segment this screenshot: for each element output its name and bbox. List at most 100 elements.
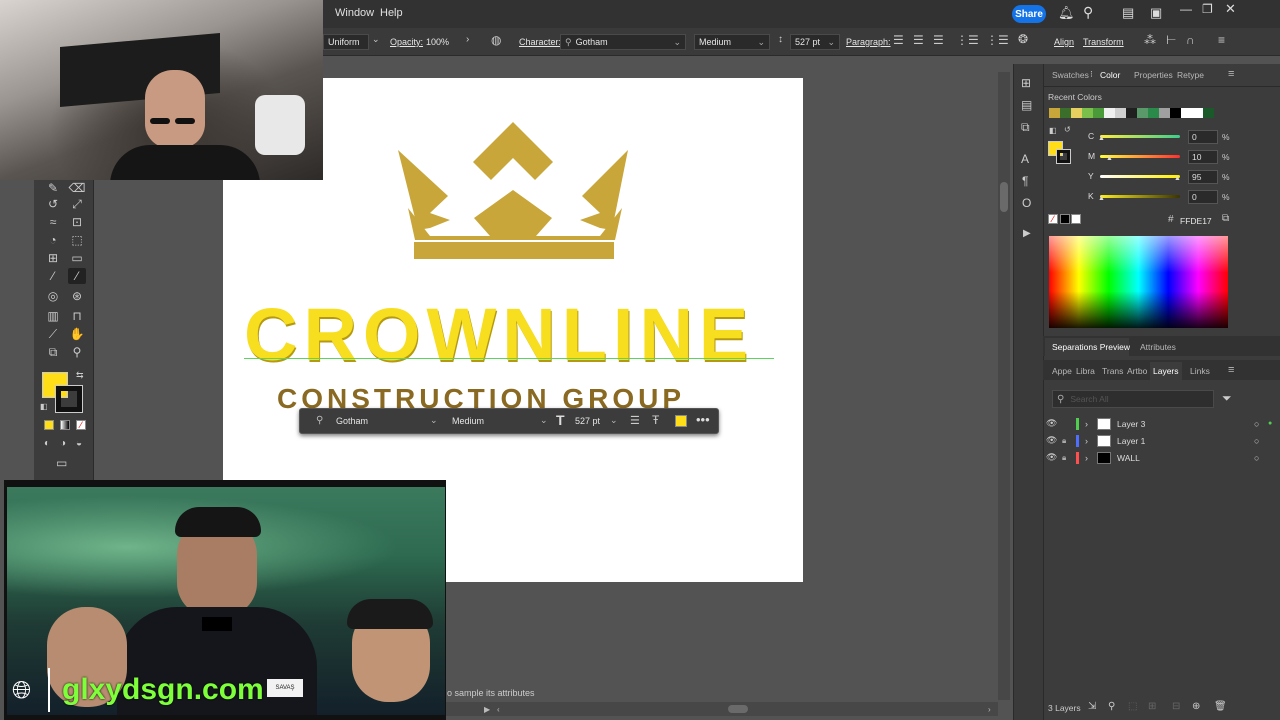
tab-retype[interactable]: Retype <box>1177 70 1204 80</box>
transform-link[interactable]: Transform <box>1083 37 1124 47</box>
channel-y-input[interactable]: 95 <box>1188 170 1218 184</box>
menu-help[interactable]: Help <box>380 7 403 19</box>
color-stroke-swatch[interactable] <box>1056 149 1071 164</box>
paragraph-panel-icon[interactable]: ¶ <box>1022 174 1028 188</box>
shape-builder-tool-icon[interactable]: ◔ <box>44 232 62 248</box>
tab-color[interactable]: Color <box>1100 70 1120 80</box>
chevron-left-icon[interactable]: ‹ <box>497 705 500 714</box>
artboards-panel-icon[interactable]: ⊞ <box>1021 76 1031 90</box>
artboard-tool-icon[interactable]: ⊓ <box>68 308 86 324</box>
panel-menu-icon[interactable]: ≡ <box>1218 33 1225 47</box>
more-options-icon[interactable]: ••• <box>696 412 710 427</box>
vertical-scrollbar[interactable] <box>998 72 1010 700</box>
new-sublayer-icon[interactable]: ⊞ <box>1148 701 1156 712</box>
target-circle-icon[interactable]: ○ <box>1254 419 1268 429</box>
slider-thumb-icon[interactable]: ▲ <box>1174 175 1181 182</box>
chevron-right-icon[interactable]: › <box>466 34 469 45</box>
share-button[interactable]: Share <box>1012 5 1046 23</box>
slider-thumb-icon[interactable]: ▲ <box>1098 135 1105 142</box>
copy-hex-icon[interactable]: ⧉ <box>1222 213 1229 224</box>
recent-color-swatch[interactable] <box>1159 108 1170 118</box>
align-center-icon[interactable]: ☰ <box>913 33 924 47</box>
none-mode-icon[interactable]: ⁄ <box>76 420 86 430</box>
layers-search-input[interactable]: ⚲ Search All <box>1052 390 1214 408</box>
menu-window[interactable]: Window <box>335 7 374 19</box>
layer-row[interactable]: 👁︎ 🔒︎ › WALL ○ <box>1046 449 1276 466</box>
add-layer-icon[interactable]: ⊕ <box>1192 701 1200 712</box>
chevron-right-icon[interactable]: › <box>1085 436 1097 446</box>
graph-tool-icon[interactable]: ▥ <box>44 308 62 324</box>
search-icon[interactable]: ⚲ <box>1083 4 1093 21</box>
recent-color-swatch[interactable] <box>1115 108 1126 118</box>
align-left-icon[interactable]: ☰ <box>893 33 904 47</box>
grid-icon[interactable]: ⁂ <box>1144 33 1156 47</box>
target-circle-icon[interactable]: ○ <box>1254 453 1268 463</box>
gradient-tool-icon[interactable]: ▭ <box>68 250 86 266</box>
lock-icon[interactable]: 🔒︎ <box>1062 453 1076 463</box>
warp-tool-icon[interactable]: ≈ <box>44 214 62 230</box>
tab-libraries[interactable]: Libra <box>1076 366 1095 376</box>
visibility-eye-icon[interactable]: 👁︎ <box>1046 452 1062 463</box>
play-icon[interactable]: ▶ <box>484 705 490 714</box>
opentype-panel-icon[interactable]: O <box>1022 196 1031 210</box>
vertical-scroll-thumb[interactable] <box>1000 182 1008 212</box>
chevron-down-icon[interactable]: ⌄ <box>430 415 438 426</box>
draw-behind-icon[interactable]: ◑ <box>60 438 66 449</box>
scale-tool-icon[interactable]: ⤢ <box>68 196 86 212</box>
rotate-tool-icon[interactable]: ↺ <box>44 196 62 212</box>
font-style-field[interactable]: Medium ⌄ <box>694 34 770 50</box>
magnet-icon[interactable]: ∩ <box>1186 33 1195 47</box>
font-size-field[interactable]: 527 pt ⌄ <box>790 34 840 50</box>
paragraph-icon[interactable]: ☰ <box>630 414 640 427</box>
clipping-mask-icon[interactable]: ⬚ <box>1128 701 1137 712</box>
chevron-down-icon[interactable]: ⌄ <box>540 415 548 426</box>
draw-mode-icon[interactable]: ◐ <box>44 438 50 449</box>
chevron-right-icon[interactable]: › <box>1085 453 1097 463</box>
channel-k-slider[interactable] <box>1100 195 1180 198</box>
color-mode-icon[interactable] <box>44 420 54 430</box>
recent-color-swatch[interactable] <box>1104 108 1115 118</box>
tab-layers[interactable]: Layers <box>1153 366 1179 376</box>
opacity-label[interactable]: Opacity: <box>390 37 423 47</box>
recent-color-swatch[interactable] <box>1093 108 1104 118</box>
print-tiling-tool-icon[interactable]: ⧉ <box>44 344 62 360</box>
draw-inside-icon[interactable]: ◒ <box>76 438 82 449</box>
font-family-field[interactable]: ⚲ Gotham ⌄ <box>560 34 686 50</box>
tab-properties[interactable]: Properties <box>1134 70 1173 80</box>
white-color-button[interactable] <box>1071 214 1081 224</box>
delete-layer-icon[interactable]: 🗑︎ <box>1214 701 1227 712</box>
channel-c-slider[interactable] <box>1100 135 1180 138</box>
layer-name[interactable]: Layer 3 <box>1117 419 1254 429</box>
recent-color-swatch[interactable] <box>1148 108 1159 118</box>
eyedropper-active-tool-icon[interactable]: ⁄ <box>68 268 86 284</box>
recent-color-swatch[interactable] <box>1049 108 1060 118</box>
recent-color-swatch[interactable] <box>1137 108 1148 118</box>
slider-thumb-icon[interactable]: ▲ <box>1106 155 1113 162</box>
restore-icon[interactable]: ❐ <box>1202 2 1213 16</box>
lock-icon[interactable]: 🔒︎ <box>1062 436 1076 446</box>
horizontal-scroll-thumb[interactable] <box>728 705 748 713</box>
tab-links[interactable]: Links <box>1190 366 1210 376</box>
tab-artboards[interactable]: Artbo <box>1127 366 1147 376</box>
tab-swatches[interactable]: Swatches <box>1052 70 1089 80</box>
floatbar-font-style[interactable]: Medium <box>452 416 484 426</box>
filter-icon[interactable]: ⏷ <box>1222 391 1232 406</box>
channel-k-input[interactable]: 0 <box>1188 190 1218 204</box>
chevron-right-icon[interactable]: › <box>988 705 991 714</box>
channel-y-slider[interactable] <box>1100 175 1180 178</box>
none-color-icon[interactable]: ⁄ <box>1048 214 1058 224</box>
swap-colors-icon[interactable]: ↺ <box>1064 125 1071 134</box>
bell-icon[interactable]: 🔔︎ <box>1058 5 1075 21</box>
fill-swatch[interactable] <box>675 415 687 427</box>
workspace-icon[interactable]: ▤ <box>1122 5 1134 21</box>
panel-menu-icon[interactable]: ≡ <box>1228 68 1234 80</box>
symbol-sprayer-tool-icon[interactable]: ⊛ <box>68 288 86 304</box>
visibility-eye-icon[interactable]: 👁︎ <box>1046 435 1062 446</box>
eyedropper-tool-icon[interactable]: ⁄ <box>44 268 62 284</box>
character-label[interactable]: Character: <box>519 37 561 47</box>
floatbar-font-size[interactable]: 527 pt <box>575 416 600 426</box>
channel-m-input[interactable]: 10 <box>1188 150 1218 164</box>
layers-panel-icon[interactable]: ▤ <box>1021 98 1032 112</box>
stroke-profile-select[interactable]: Uniform <box>323 34 369 50</box>
close-icon[interactable]: ✕ <box>1225 1 1236 17</box>
